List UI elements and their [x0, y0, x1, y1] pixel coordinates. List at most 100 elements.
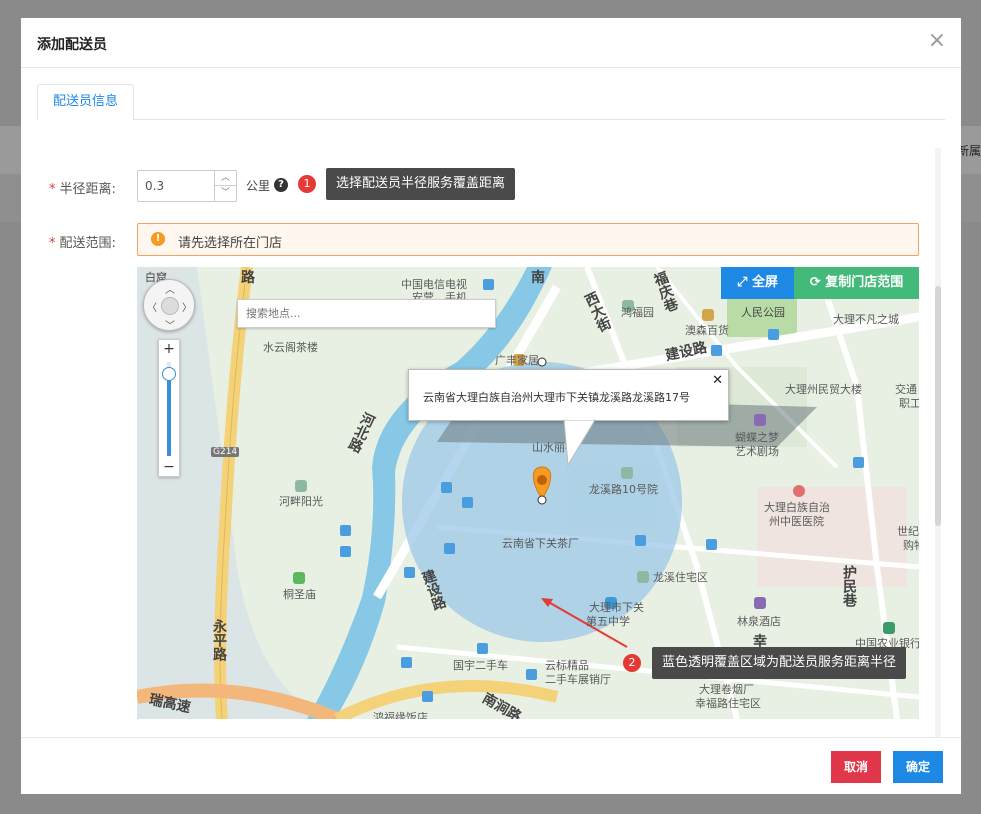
bus-stop-icon	[340, 525, 351, 536]
map-label: 购物	[903, 539, 919, 552]
map-label: 广丰家居	[495, 354, 539, 367]
poi-icon	[621, 467, 633, 479]
stepper-buttons: ︿ ﹀	[214, 171, 236, 201]
map-label: 龙溪路10号院	[589, 483, 658, 496]
map-label: 桐圣庙	[283, 588, 316, 601]
pan-center[interactable]	[161, 297, 179, 315]
zoom-level-fill	[167, 378, 171, 456]
bus-stop-icon	[711, 345, 722, 356]
map-label: 澳森百货	[685, 324, 729, 337]
callout-tooltip-1: 选择配送员半径服务覆盖距离	[326, 168, 516, 200]
map-search-input[interactable]	[238, 300, 495, 327]
expand-icon: ⤢	[737, 275, 752, 290]
bus-stop-icon	[441, 482, 452, 493]
bus-stop-icon	[526, 669, 537, 680]
bus-stop-icon	[483, 279, 494, 290]
fullscreen-button[interactable]: ⤢ 全屏	[721, 267, 794, 299]
radius-input[interactable]	[138, 171, 214, 201]
tab-courier-info[interactable]: 配送员信息	[37, 84, 134, 121]
map-pan-control[interactable]: ︿ ﹀ 〈 〉	[143, 279, 195, 332]
stepper-down-button[interactable]: ﹀	[215, 186, 236, 201]
map-label: 国宇二手车	[453, 659, 508, 672]
bus-stop-icon	[462, 497, 473, 508]
road-label: 路	[241, 270, 255, 286]
bank-icon	[883, 622, 895, 634]
modal-title: 添加配送员	[37, 37, 107, 53]
map[interactable]: 白窟 中国电信电视 安营…手机 水云阁茶楼 广丰家居 山水丽都 鸿福园 澳森百货…	[137, 267, 919, 719]
bus-stop-icon	[853, 457, 864, 468]
radius-stepper[interactable]: ︿ ﹀	[137, 170, 237, 202]
warning-icon: !	[151, 232, 165, 246]
road-label: 永平路	[211, 619, 227, 661]
bus-stop-icon	[401, 657, 412, 668]
pan-right-icon[interactable]: 〉	[182, 299, 192, 314]
stepper-up-button[interactable]: ︿	[215, 171, 236, 186]
map-label: 幸福路住宅区	[695, 697, 761, 710]
confirm-button[interactable]: 确定	[893, 751, 943, 783]
poi-icon	[637, 571, 649, 583]
map-label: 鸿福缘饭店	[373, 711, 428, 719]
modal-footer: 取消 确定	[21, 737, 961, 794]
map-label: 河畔阳光	[279, 495, 323, 508]
range-label: * 配送范围:	[49, 236, 116, 251]
map-label: 林泉酒店	[737, 615, 781, 628]
radius-unit: 公里	[246, 179, 271, 193]
pan-up-icon[interactable]: ︿	[165, 281, 175, 296]
map-label: 大理不凡之城	[833, 313, 899, 326]
hotel-icon	[754, 597, 766, 609]
pan-left-icon[interactable]: 〈	[147, 299, 157, 314]
bus-stop-icon	[768, 329, 779, 340]
map-label: 人民公园	[741, 306, 785, 319]
scrollbar-thumb[interactable]	[935, 286, 941, 526]
map-label: 第五中学	[586, 615, 630, 628]
zoom-slider-handle[interactable]	[162, 367, 176, 381]
copy-store-range-button[interactable]: ⟳ 复制门店范围	[794, 267, 919, 299]
radius-label: * 半径距离:	[49, 182, 116, 197]
question-icon[interactable]: ?	[274, 178, 288, 192]
theater-icon	[754, 414, 766, 426]
map-zoom-control[interactable]: + −	[158, 339, 180, 477]
add-courier-modal: 添加配送员 × 配送员信息 *半径距离: ︿ ﹀ 公里 ? 1 选择配送员半径服…	[21, 18, 961, 794]
map-label: 龙溪住宅区	[653, 571, 708, 584]
close-icon[interactable]: ×	[927, 30, 947, 52]
hospital-icon	[793, 485, 805, 497]
bus-stop-icon	[422, 691, 433, 702]
info-address: 云南省大理白族自治州大理市下关镇龙溪路龙溪路17号	[423, 391, 690, 404]
tab-bar: 配送员信息	[37, 84, 945, 121]
map-label: 水云阁茶楼	[263, 341, 318, 354]
bus-stop-icon	[635, 535, 646, 546]
zoom-out-button[interactable]: −	[159, 458, 179, 476]
poi-icon	[295, 480, 307, 492]
map-label: 大理州民贸大楼	[785, 383, 862, 396]
close-icon[interactable]: ✕	[712, 373, 723, 388]
map-label: 二手车展销厅	[545, 673, 611, 686]
shop-icon	[702, 309, 714, 321]
road-label: 南	[531, 270, 545, 286]
map-label: 鸿福园	[621, 306, 654, 319]
map-label: 艺术剧场	[735, 445, 779, 458]
map-search-box[interactable]	[237, 299, 496, 328]
callout-number-1: 1	[298, 175, 316, 193]
map-label: 云南省下关茶厂	[502, 537, 579, 550]
callout-number-2: 2	[623, 654, 641, 672]
modal-header: 添加配送员 ×	[21, 18, 961, 68]
bus-stop-icon	[340, 546, 351, 557]
temple-icon	[293, 572, 305, 584]
bus-stop-icon	[706, 539, 717, 550]
pan-down-icon[interactable]: ﹀	[165, 317, 175, 332]
map-label: 职工	[899, 397, 919, 410]
road-label: 护民巷	[841, 565, 857, 607]
bus-stop-icon	[404, 567, 415, 578]
zoom-in-button[interactable]: +	[159, 340, 179, 358]
highway-badge: G214	[211, 447, 240, 457]
map-label: 州中医医院	[769, 515, 824, 528]
alert-text: 请先选择所在门店	[178, 236, 283, 251]
cancel-button[interactable]: 取消	[831, 751, 881, 783]
map-info-window: 云南省大理白族自治州大理市下关镇龙溪路龙溪路17号 ✕	[408, 369, 729, 421]
store-alert: ! 请先选择所在门店	[137, 223, 919, 256]
bus-stop-icon	[477, 643, 488, 654]
callout-tooltip-2: 蓝色透明覆盖区域为配送员服务距离半径	[652, 647, 907, 679]
info-window-pointer	[563, 419, 596, 467]
bus-stop-icon	[444, 543, 455, 554]
sync-icon: ⟳	[809, 275, 826, 290]
